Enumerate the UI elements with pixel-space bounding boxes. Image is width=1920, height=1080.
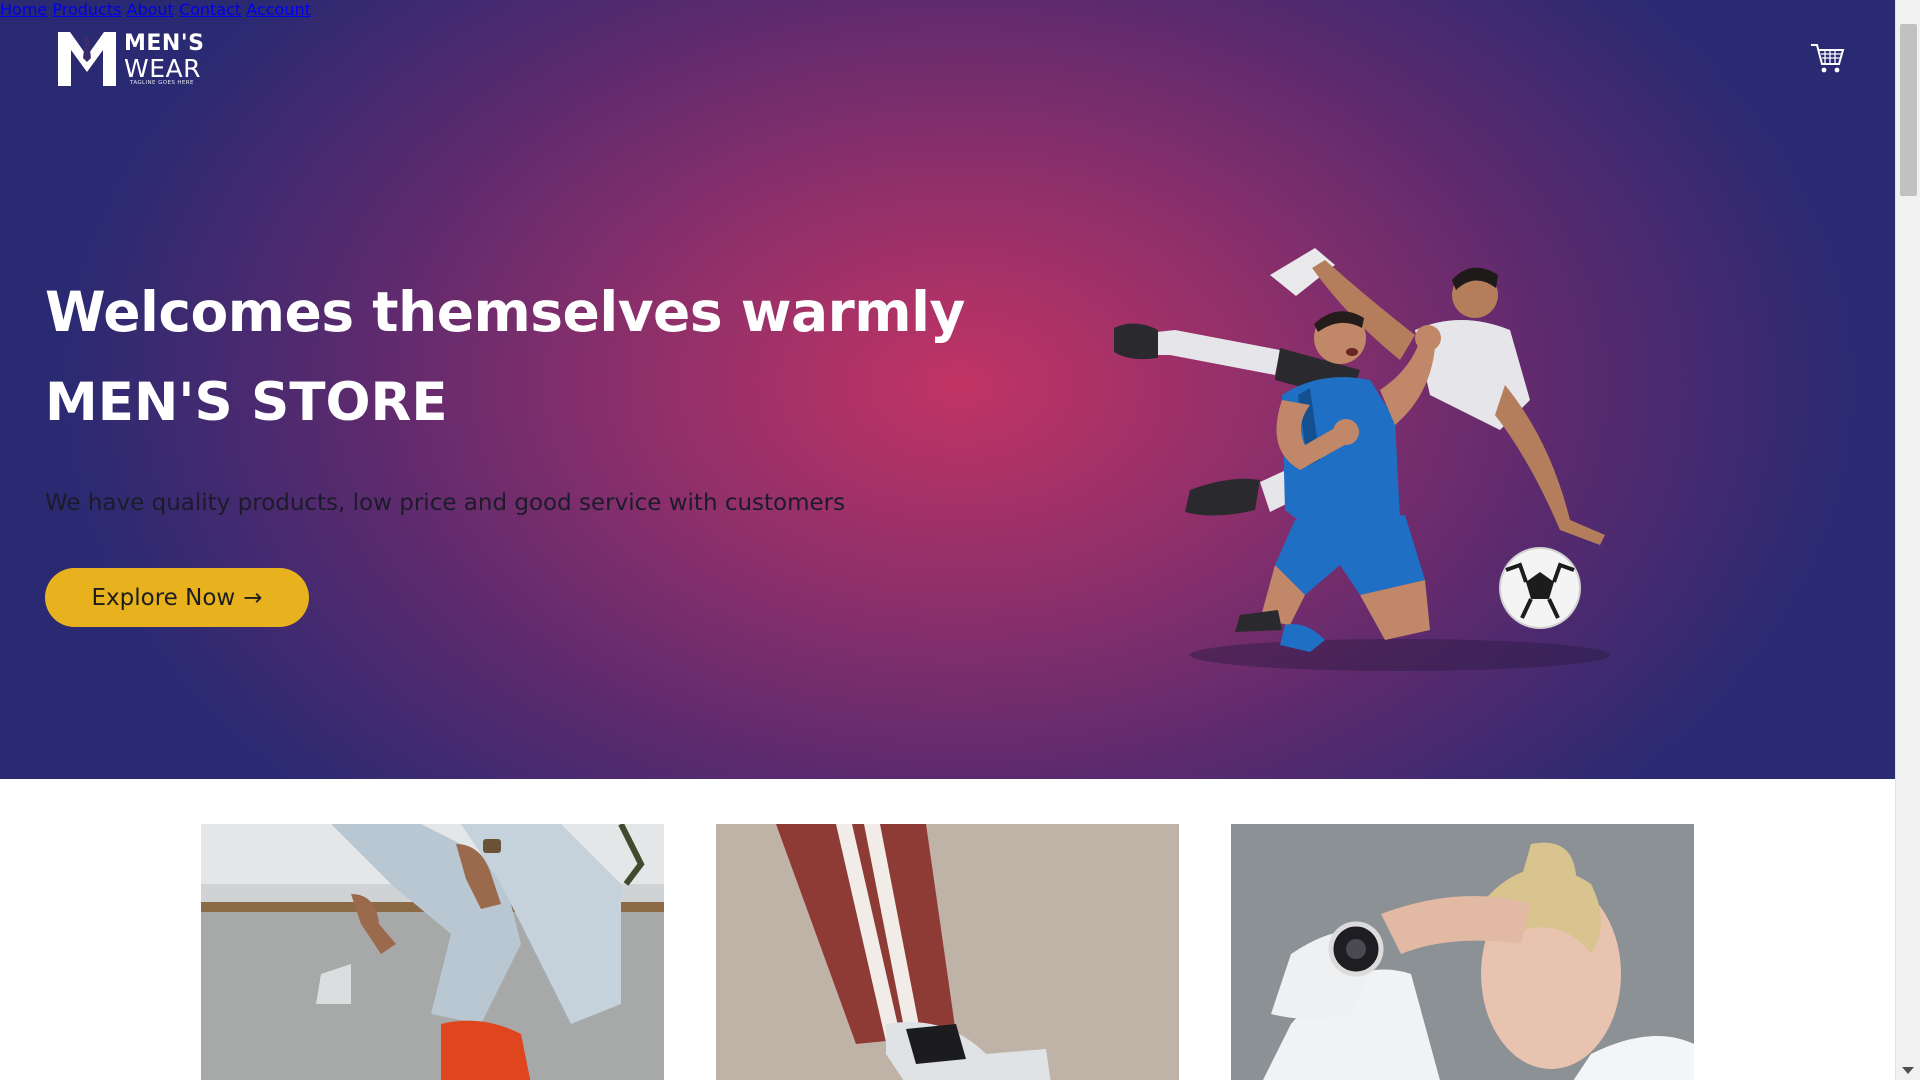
smartwatch-photo-image xyxy=(1231,824,1694,1080)
scrollbar-thumb[interactable] xyxy=(1900,24,1917,196)
cart-icon[interactable] xyxy=(1809,40,1845,76)
nav-account[interactable]: Account xyxy=(246,0,311,19)
nav-contact[interactable]: Contact xyxy=(179,0,241,19)
explore-now-label: Explore Now xyxy=(91,584,236,611)
brand-logo[interactable]: MEN'S WEAR TAGLINE GOES HERE xyxy=(58,32,213,88)
jeans-photo-image xyxy=(201,824,664,1080)
logo-mark-icon xyxy=(58,32,116,86)
hero-subtitle: We have quality products, low price and … xyxy=(45,490,846,516)
product-card[interactable] xyxy=(716,824,1179,1080)
main-nav: Home Products About Contact Account xyxy=(0,0,1895,19)
page-scrollbar[interactable] xyxy=(1895,0,1920,1080)
product-card[interactable] xyxy=(201,824,664,1080)
hero-headline: Welcomes themselves warmly xyxy=(45,280,965,344)
products-section xyxy=(0,779,1895,1080)
explore-now-button[interactable]: Explore Now → xyxy=(45,568,309,627)
brand-name-line1: MEN'S xyxy=(124,31,205,56)
hero-store-name: MEN'S STORE xyxy=(45,372,448,433)
nav-products[interactable]: Products xyxy=(52,0,121,19)
track-pants-photo-image xyxy=(716,824,1179,1080)
brand-name-line2: WEAR xyxy=(124,54,201,83)
nav-home[interactable]: Home xyxy=(0,0,47,19)
brand-tagline: TAGLINE GOES HERE xyxy=(130,80,194,86)
football-players-image xyxy=(1114,248,1610,671)
hero-section: MEN'S WEAR TAGLINE GOES HERE Home Produc… xyxy=(0,0,1895,779)
arrow-right-icon: → xyxy=(243,584,263,611)
scroll-down-arrow-icon[interactable] xyxy=(1902,1067,1914,1074)
nav-about[interactable]: About xyxy=(127,0,174,19)
product-card[interactable] xyxy=(1231,824,1694,1080)
